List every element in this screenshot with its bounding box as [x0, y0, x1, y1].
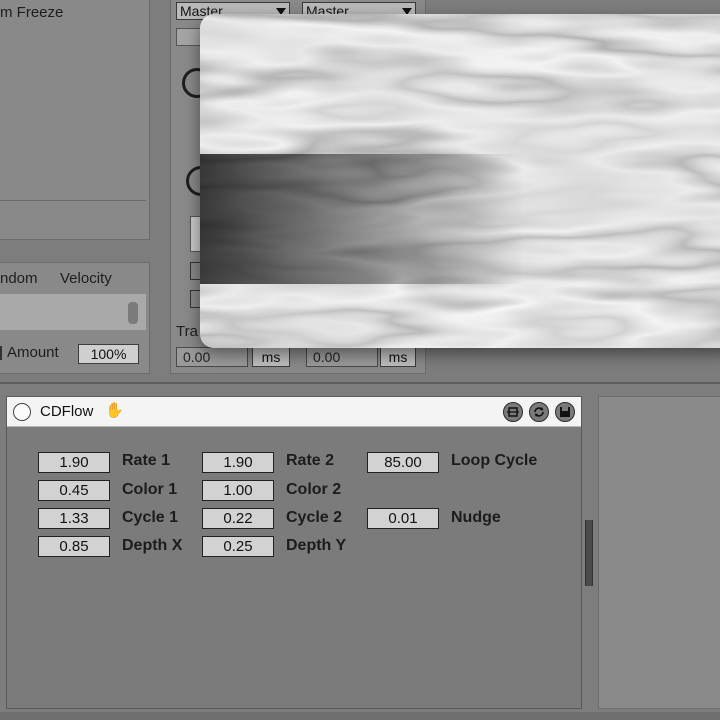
cycle2-field[interactable]: 0.22 [202, 508, 274, 529]
flow-texture [200, 14, 720, 348]
tra-label: Tra [176, 323, 198, 340]
rate1-label: Rate 1 [122, 452, 171, 469]
hand-icon: ✋ [105, 402, 124, 419]
color2-field[interactable]: 1.00 [202, 480, 274, 501]
horizontal-divider [0, 382, 720, 384]
freeze-label: m Freeze [0, 4, 64, 21]
depthx-label: Depth X [122, 537, 183, 554]
resize-grip[interactable] [585, 520, 593, 586]
flow-preview-window[interactable] [200, 14, 720, 348]
cycle2-label: Cycle 2 [286, 509, 343, 526]
nudge-field[interactable]: 0.01 [367, 508, 439, 529]
rate2-label: Rate 2 [286, 452, 335, 469]
loop-cycle-field[interactable]: 85.00 [367, 452, 439, 473]
save-icon[interactable] [555, 402, 575, 422]
fit-icon[interactable] [503, 402, 523, 422]
depthy-label: Depth Y [286, 537, 347, 554]
rate1-field[interactable]: 1.90 [38, 452, 110, 473]
refresh-icon[interactable] [529, 402, 549, 422]
depthy-field[interactable]: 0.25 [202, 536, 274, 557]
cdflow-plugin-window: CDFlow ✋ 1.90 Rate 1 1.90 Rate 2 85.00 L… [6, 396, 582, 709]
delay-right-value[interactable]: 0.00 [306, 347, 378, 367]
cycle1-field[interactable]: 1.33 [38, 508, 110, 529]
right-empty-panel [598, 396, 720, 709]
delay-left-unit[interactable]: ms [252, 347, 290, 367]
amount-tick-icon [0, 346, 2, 360]
scroll-thumb[interactable] [128, 302, 138, 324]
color1-field[interactable]: 0.45 [38, 480, 110, 501]
loop-cycle-label: Loop Cycle [451, 452, 538, 469]
amount-label: Amount [7, 344, 59, 361]
small-button[interactable] [176, 28, 202, 46]
nudge-label: Nudge [451, 509, 501, 526]
velocity-label[interactable]: Velocity [60, 270, 112, 287]
amount-value[interactable]: 100% [78, 344, 139, 364]
delay-right-unit[interactable]: ms [380, 347, 416, 367]
velocity-scrollbar[interactable] [0, 294, 146, 330]
plugin-title-bar[interactable]: CDFlow ✋ [7, 397, 581, 427]
rate2-field[interactable]: 1.90 [202, 452, 274, 473]
left-device-panel [0, 0, 150, 240]
color2-label: Color 2 [286, 481, 342, 498]
plugin-title: CDFlow [40, 403, 94, 420]
random-label: ndom [0, 270, 38, 287]
color1-label: Color 1 [122, 481, 178, 498]
panel-divider [0, 200, 146, 201]
bottom-strip [0, 712, 720, 720]
depthx-field[interactable]: 0.85 [38, 536, 110, 557]
delay-left-value[interactable]: 0.00 [176, 347, 248, 367]
cycle1-label: Cycle 1 [122, 509, 179, 526]
device-power-icon[interactable] [13, 403, 31, 421]
